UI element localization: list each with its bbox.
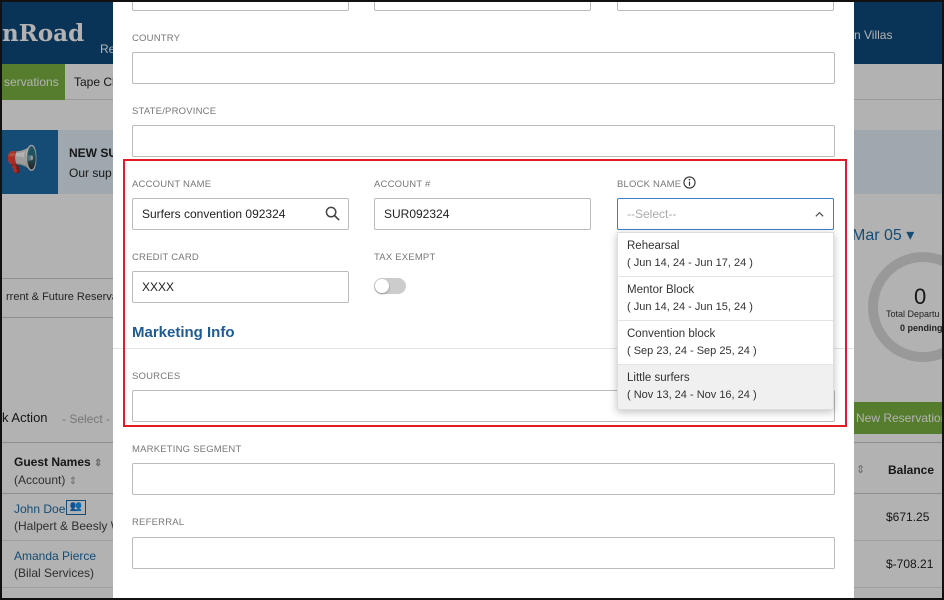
address-field-3[interactable]	[617, 2, 834, 11]
country-field[interactable]	[132, 52, 835, 84]
marketing-segment-field[interactable]	[132, 463, 835, 495]
state-label: STATE/PROVINCE	[132, 106, 217, 117]
referral-label: REFERRAL	[132, 517, 185, 528]
address-field-1[interactable]	[132, 2, 349, 11]
marketing-segment-label: MARKETING SEGMENT	[132, 444, 242, 455]
country-label: COUNTRY	[132, 33, 181, 44]
address-field-2[interactable]	[374, 2, 591, 11]
annotation-highlight-box	[123, 159, 847, 427]
state-field[interactable]	[132, 125, 835, 157]
screen-frame: nRoad Re n Villas servations Tape Cl 📢 N…	[0, 0, 944, 600]
referral-field[interactable]	[132, 537, 835, 569]
